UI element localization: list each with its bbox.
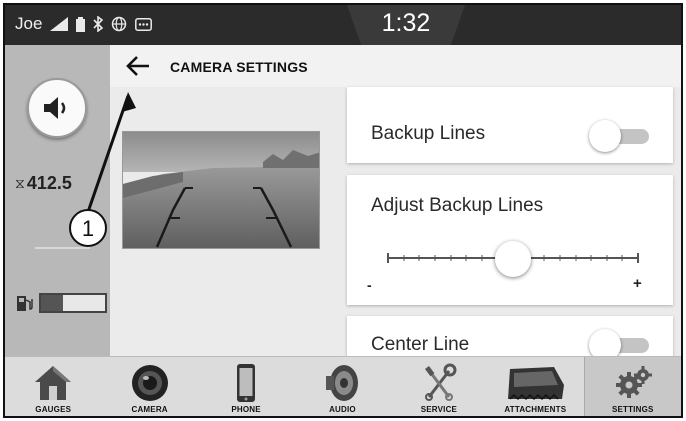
bucket-icon [503, 363, 567, 403]
bottom-nav: GAUGES CAMERA PHONE AUDIO SERVICE ATTACH… [5, 356, 681, 416]
slider-max-label: + [633, 275, 642, 292]
camera-lens-icon [128, 363, 172, 403]
fuel-pump-icon [17, 296, 33, 311]
fuel-gauge [15, 293, 107, 313]
signal-icon [50, 17, 69, 31]
page-header: CAMERA SETTINGS [110, 45, 681, 87]
page-title: CAMERA SETTINGS [170, 59, 308, 75]
message-icon [135, 17, 153, 31]
camera-settings-screen: Joe 1:32 ⧖ 412.5 CAMERA SETTINGS Backup … [3, 3, 683, 418]
bluetooth-icon [93, 16, 104, 32]
slider-min-label: - [367, 277, 372, 293]
center-line-label: Center Line [371, 334, 470, 355]
globe-icon [111, 16, 127, 32]
nav-label: SERVICE [420, 405, 458, 414]
engine-hours: ⧖ 412.5 [15, 173, 72, 194]
back-arrow-icon[interactable] [125, 55, 151, 77]
speaker-icon [320, 363, 364, 403]
gears-icon [611, 363, 655, 403]
hourglass-icon: ⧖ [15, 175, 25, 191]
fuel-level-bar [39, 293, 107, 313]
nav-camera[interactable]: CAMERA [101, 357, 197, 416]
backup-lines-toggle[interactable] [589, 119, 651, 153]
status-left: Joe [15, 14, 153, 34]
house-icon [31, 363, 75, 403]
nav-label: PHONE [231, 405, 261, 414]
user-name: Joe [15, 14, 43, 33]
nav-settings[interactable]: SETTINGS [583, 357, 681, 416]
backup-lines-card: Backup Lines [347, 87, 673, 163]
fuel-level-fill [41, 295, 64, 311]
backup-lines-label: Backup Lines [371, 123, 486, 144]
toggle-knob [589, 120, 621, 152]
clock: 1:32 [381, 9, 431, 37]
settings-content: Backup Lines Adjust Backup Lines - + Cen… [110, 87, 681, 366]
left-divider [35, 247, 90, 249]
status-bar: Joe 1:32 [5, 5, 681, 45]
nav-label: AUDIO [329, 405, 356, 414]
left-gauge-panel: ⧖ 412.5 [5, 45, 110, 356]
wrench-screwdriver-icon [417, 363, 461, 403]
backup-lines-slider[interactable] [387, 241, 639, 277]
engine-hours-value: 412.5 [26, 173, 72, 193]
nav-attachments[interactable]: ATTACHMENTS [487, 357, 583, 416]
phone-icon [224, 363, 268, 403]
nav-label: GAUGES [35, 405, 72, 414]
nav-label: CAMERA [131, 405, 168, 414]
nav-phone[interactable]: PHONE [198, 357, 294, 416]
nav-label: ATTACHMENTS [504, 405, 567, 414]
nav-service[interactable]: SERVICE [391, 357, 487, 416]
speaker-icon [44, 97, 66, 119]
adjust-backup-lines-card: Adjust Backup Lines - + [347, 175, 673, 305]
nav-gauges[interactable]: GAUGES [5, 357, 101, 416]
battery-icon [76, 16, 86, 32]
nav-label: SETTINGS [611, 405, 654, 414]
slider-knob[interactable] [495, 241, 531, 277]
volume-button[interactable] [27, 78, 87, 138]
camera-preview-image [122, 131, 320, 249]
adjust-backup-lines-label: Adjust Backup Lines [371, 195, 544, 216]
nav-audio[interactable]: AUDIO [294, 357, 390, 416]
